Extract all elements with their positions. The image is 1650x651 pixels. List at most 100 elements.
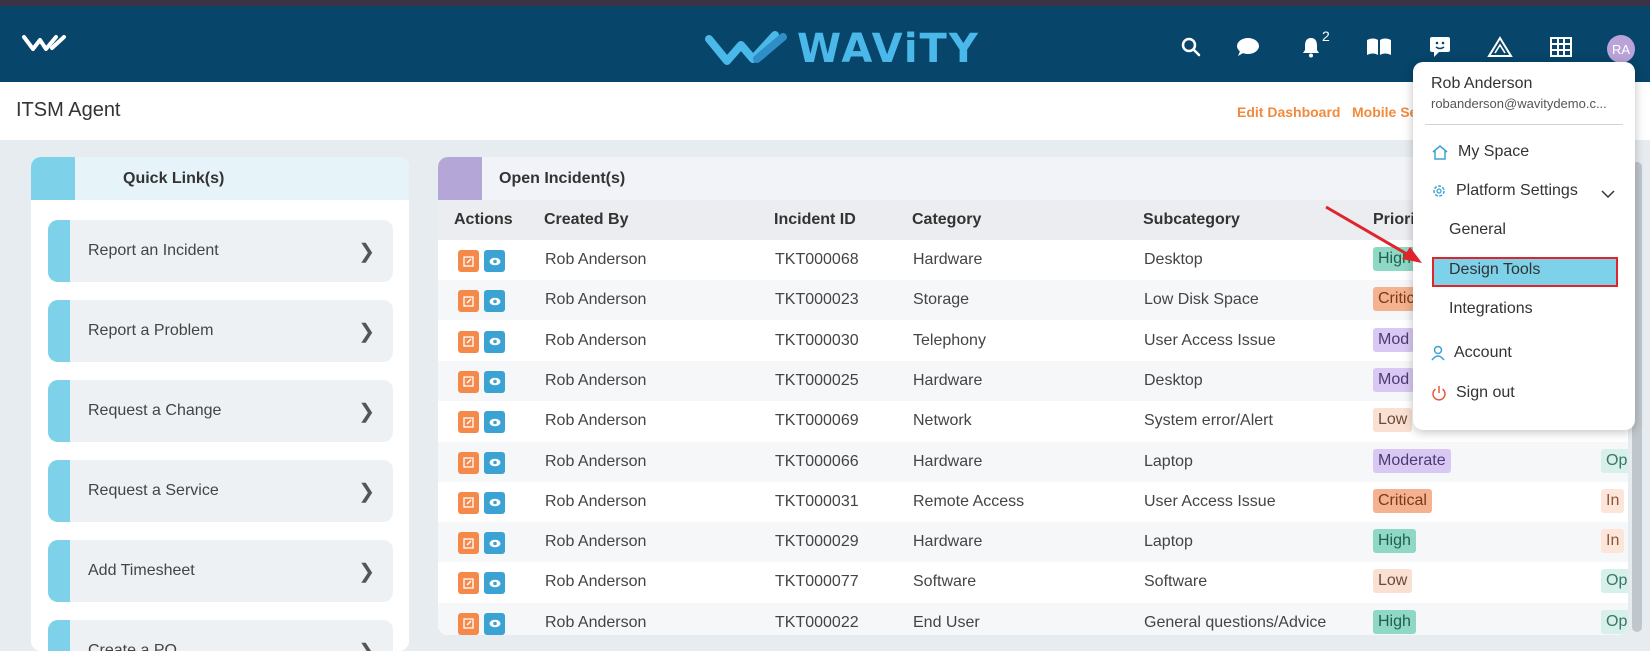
chevron-right-icon: ❯ bbox=[358, 240, 375, 263]
quick-link-label: Request a Change bbox=[88, 402, 222, 419]
menu-label: My Space bbox=[1458, 143, 1530, 160]
edit-icon[interactable] bbox=[458, 370, 479, 393]
menu-integrations[interactable]: Integrations bbox=[1449, 300, 1533, 318]
view-icon[interactable] bbox=[484, 370, 505, 393]
edit-icon[interactable] bbox=[458, 411, 479, 434]
cell-category: Remote Access bbox=[913, 492, 1025, 510]
mobile-settings-link[interactable]: Mobile Se bbox=[1352, 104, 1417, 120]
avatar[interactable]: RA bbox=[1607, 35, 1635, 63]
column-header-subcategory[interactable]: Subcategory bbox=[1143, 211, 1240, 229]
warning-icon[interactable] bbox=[1487, 34, 1513, 60]
quick-links-title: Quick Link(s) bbox=[123, 169, 225, 187]
menu-sign-out[interactable]: Sign out bbox=[1431, 384, 1515, 402]
menu-label: Platform Settings bbox=[1456, 182, 1578, 199]
quick-link-request-service[interactable]: Request a Service ❯ bbox=[48, 460, 393, 522]
top-navbar: WAViTY 2 RA bbox=[0, 6, 1650, 82]
table-row[interactable]: Rob Anderson TKT000077 Software Software Low… bbox=[438, 562, 1628, 602]
status-badge: Op bbox=[1601, 569, 1628, 594]
table-row[interactable]: Rob Anderson TKT000031 Remote Access User A… bbox=[438, 482, 1628, 522]
cell-incident-id: TKT000068 bbox=[775, 251, 859, 268]
priority-badge: Low bbox=[1373, 569, 1413, 594]
book-icon[interactable] bbox=[1366, 34, 1392, 60]
edit-icon[interactable] bbox=[458, 250, 479, 272]
column-header-category[interactable]: Category bbox=[912, 211, 981, 229]
view-icon[interactable] bbox=[484, 250, 505, 272]
column-header-created-by[interactable]: Created By bbox=[544, 211, 628, 229]
quick-link-add-timesheet[interactable]: Add Timesheet ❯ bbox=[48, 540, 393, 602]
table-row[interactable]: Rob Anderson TKT000029 Hardware Laptop High I… bbox=[438, 522, 1628, 563]
search-icon[interactable] bbox=[1178, 34, 1204, 60]
edit-icon[interactable] bbox=[458, 330, 479, 353]
feedback-icon[interactable] bbox=[1427, 34, 1453, 60]
user-icon bbox=[1431, 345, 1445, 361]
cell-subcategory: Desktop bbox=[1144, 251, 1203, 268]
priority-badge: High bbox=[1373, 609, 1416, 634]
edit-icon[interactable] bbox=[458, 491, 479, 514]
menu-platform-settings[interactable]: Platform Settings bbox=[1431, 182, 1578, 200]
status-badge: In bbox=[1601, 488, 1625, 513]
home-logo-icon[interactable] bbox=[22, 34, 68, 57]
view-icon[interactable] bbox=[484, 572, 505, 595]
cell-category: Storage bbox=[913, 291, 970, 309]
bell-icon[interactable] bbox=[1298, 34, 1324, 60]
status-badge: Op bbox=[1601, 448, 1628, 473]
quick-link-request-change[interactable]: Request a Change ❯ bbox=[48, 380, 393, 442]
menu-general[interactable]: General bbox=[1449, 221, 1506, 239]
cell-category: Hardware bbox=[913, 371, 983, 389]
cell-created-by: Rob Anderson bbox=[545, 331, 647, 349]
quick-link-report-incident[interactable]: Report an Incident ❯ bbox=[48, 220, 393, 282]
cell-subcategory: Laptop bbox=[1144, 533, 1193, 551]
cell-incident-id: TKT000025 bbox=[775, 371, 859, 389]
view-icon[interactable] bbox=[484, 451, 505, 474]
view-icon[interactable] bbox=[484, 491, 505, 514]
cell-subcategory: User Access Issue bbox=[1144, 331, 1276, 349]
edit-icon[interactable] bbox=[458, 612, 479, 635]
quick-links-panel: Quick Link(s) Report an Incident ❯ Repor… bbox=[31, 157, 409, 651]
cell-category: End User bbox=[913, 613, 980, 631]
cell-category: Telephony bbox=[913, 331, 986, 349]
edit-dashboard-link[interactable]: Edit Dashboard bbox=[1237, 104, 1340, 120]
chevron-down-icon[interactable] bbox=[1601, 186, 1615, 204]
menu-account[interactable]: Account bbox=[1431, 344, 1512, 362]
quick-links-header: Quick Link(s) bbox=[31, 157, 409, 200]
header-accent bbox=[31, 157, 75, 200]
priority-badge: High bbox=[1373, 529, 1416, 554]
edit-icon[interactable] bbox=[458, 572, 479, 595]
quick-link-report-problem[interactable]: Report a Problem ❯ bbox=[48, 300, 393, 362]
view-icon[interactable] bbox=[484, 411, 505, 434]
table-row[interactable]: Rob Anderson TKT000022 End User General que… bbox=[438, 602, 1628, 635]
menu-label: Sign out bbox=[1456, 384, 1515, 401]
edit-icon[interactable] bbox=[458, 290, 479, 313]
quick-link-label: Create a PO bbox=[88, 642, 177, 651]
table-row[interactable]: Rob Anderson TKT000066 Hardware Laptop Moder… bbox=[438, 441, 1628, 482]
cell-subcategory: User Access Issue bbox=[1144, 492, 1276, 510]
menu-design-tools[interactable]: Design Tools bbox=[1449, 261, 1540, 279]
view-icon[interactable] bbox=[484, 330, 505, 353]
view-icon[interactable] bbox=[484, 532, 505, 555]
view-icon[interactable] bbox=[484, 290, 505, 313]
chevron-right-icon: ❯ bbox=[358, 639, 375, 651]
quick-link-label: Request a Service bbox=[88, 482, 219, 499]
menu-my-space[interactable]: My Space bbox=[1431, 143, 1529, 161]
cell-created-by: Rob Anderson bbox=[545, 291, 647, 309]
view-icon[interactable] bbox=[484, 612, 505, 635]
priority-badge: Critical bbox=[1373, 488, 1432, 513]
cell-category: Network bbox=[913, 412, 972, 430]
column-header-incident-id[interactable]: Incident ID bbox=[774, 211, 856, 229]
grid-icon[interactable] bbox=[1548, 34, 1574, 60]
edit-icon[interactable] bbox=[458, 451, 479, 474]
cell-category: Hardware bbox=[913, 533, 983, 551]
status-badge: Op bbox=[1601, 609, 1628, 634]
column-header-priority[interactable]: Priori bbox=[1373, 211, 1415, 229]
cell-subcategory: Laptop bbox=[1144, 452, 1193, 470]
cell-subcategory: Low Disk Space bbox=[1144, 291, 1259, 309]
chevron-right-icon: ❯ bbox=[358, 560, 375, 583]
cell-incident-id: TKT000030 bbox=[775, 331, 859, 349]
chat-icon[interactable] bbox=[1235, 34, 1261, 60]
item-accent bbox=[48, 460, 70, 522]
edit-icon[interactable] bbox=[458, 532, 479, 555]
chevron-right-icon: ❯ bbox=[358, 480, 375, 503]
header-accent bbox=[438, 157, 482, 200]
quick-link-create-po[interactable]: Create a PO ❯ bbox=[48, 620, 393, 651]
priority-badge: High bbox=[1373, 247, 1416, 271]
